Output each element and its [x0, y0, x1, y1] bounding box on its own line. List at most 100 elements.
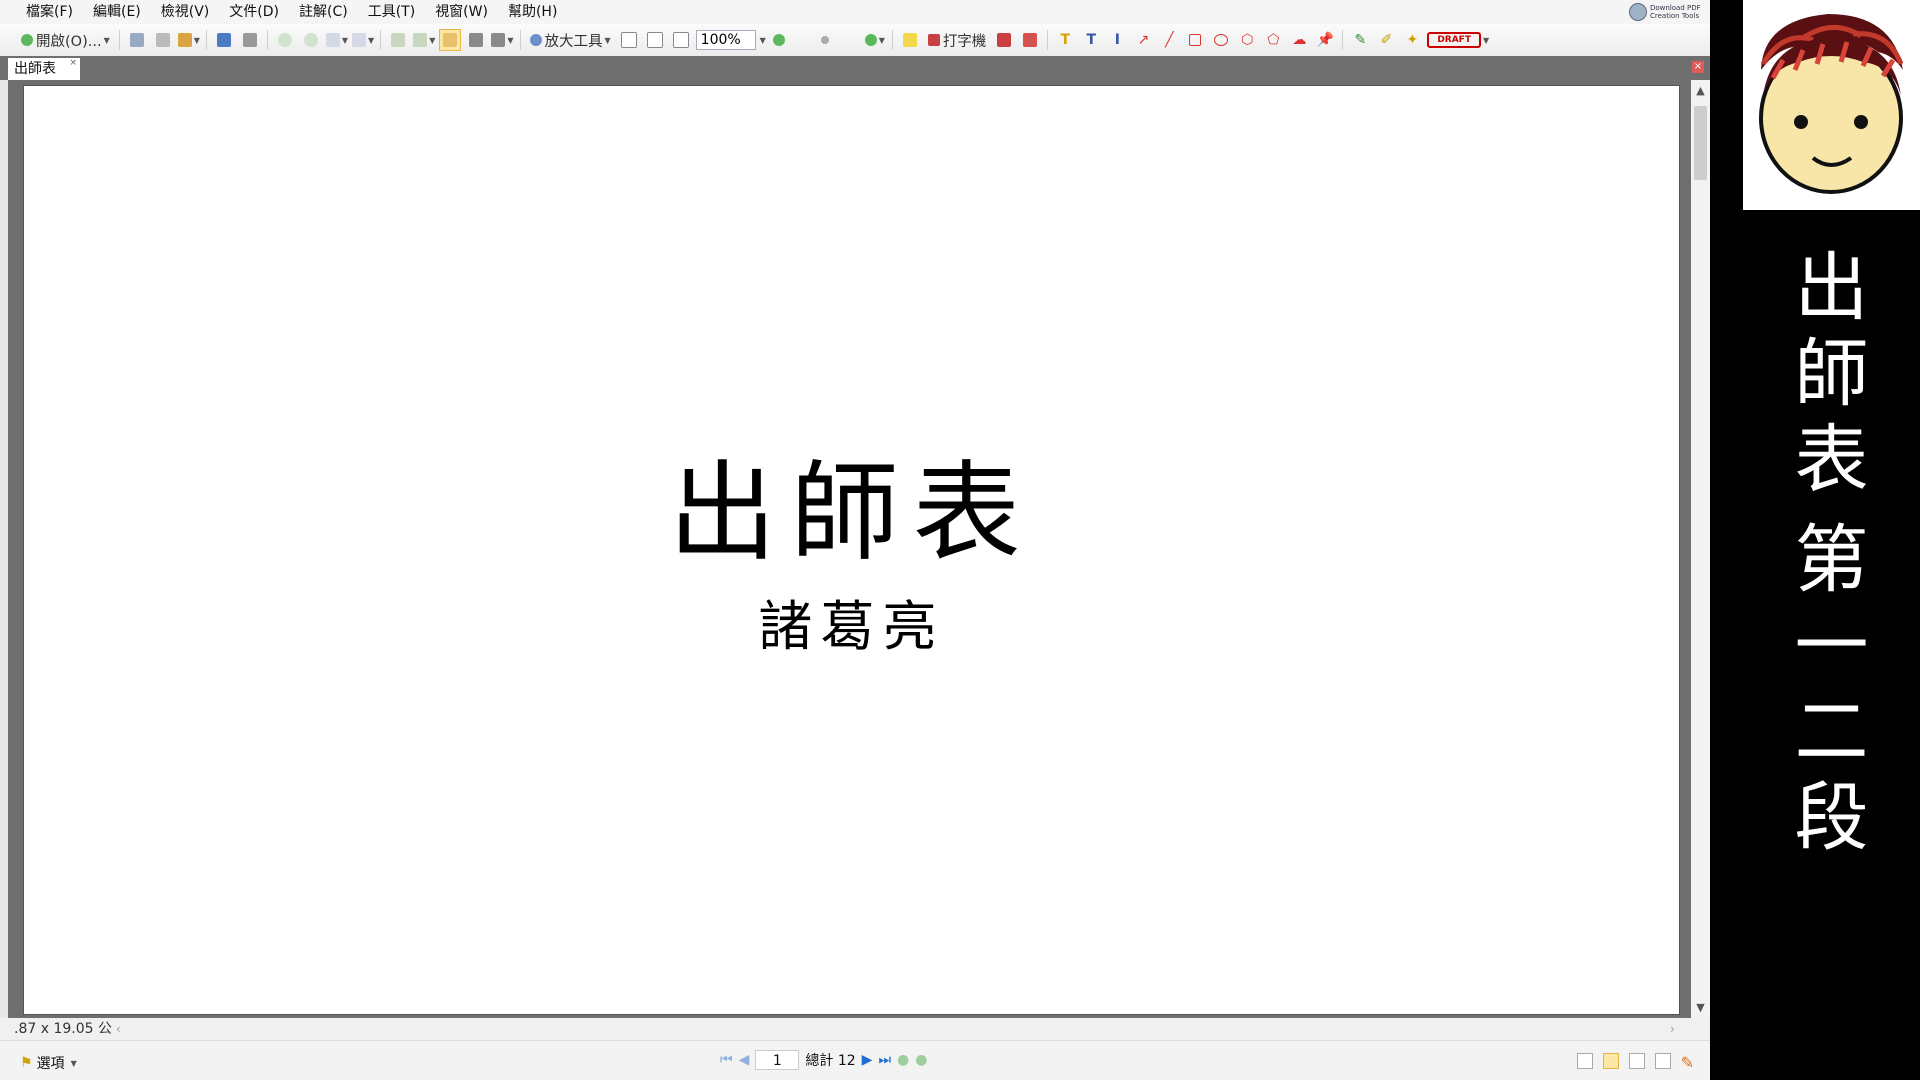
scrollbar-thumb[interactable]	[1694, 106, 1707, 180]
options-label: 選項	[36, 1056, 65, 1072]
stamp-tool-button[interactable]: ✦	[1401, 29, 1423, 51]
cloud-button[interactable]: ☁	[1288, 29, 1310, 51]
scroll-down-icon[interactable]: ▼	[1691, 1001, 1710, 1014]
forward-arrow-icon	[303, 33, 318, 47]
arrow-icon: ↗	[1137, 32, 1150, 48]
options-button[interactable]: ⚑ 選項 ▼	[20, 1053, 77, 1073]
rotate-left-button[interactable]	[387, 29, 409, 51]
toolbar-divider	[519, 30, 521, 50]
toolbar-divider	[266, 30, 268, 50]
polygon-button[interactable]: ⬡	[1236, 29, 1258, 51]
arrow-button[interactable]: ↗	[1132, 29, 1154, 51]
undo-button[interactable]: ▼	[325, 29, 348, 51]
scroll-left-icon[interactable]: ‹	[116, 1018, 121, 1040]
previous-page-icon[interactable]: ◀	[739, 1052, 750, 1068]
menu-edit[interactable]: 編輯(E)	[83, 0, 151, 24]
cartoon-face-icon	[1759, 14, 1904, 194]
document-workspace: 出師表 諸葛亮	[8, 80, 1691, 1018]
close-icon[interactable]: ×	[69, 52, 77, 74]
underline-button[interactable]: I	[1106, 29, 1128, 51]
tools-menu-icon[interactable]: ✎	[1681, 1053, 1694, 1072]
scroll-right-icon[interactable]: ›	[1670, 1018, 1675, 1040]
tab-document[interactable]: 出師表 ×	[8, 58, 80, 80]
pentagon-button[interactable]: ⬠	[1262, 29, 1284, 51]
textbox-button[interactable]	[993, 29, 1015, 51]
forward-button[interactable]	[300, 29, 322, 51]
strikeout-button[interactable]: T	[1080, 29, 1102, 51]
underline-icon: I	[1114, 32, 1120, 48]
fit-width-button[interactable]	[670, 29, 692, 51]
menu-window[interactable]: 視窗(W)	[425, 0, 498, 24]
avatar	[1743, 0, 1920, 210]
single-page-view-button[interactable]	[1576, 1053, 1593, 1069]
menu-tools[interactable]: 工具(T)	[358, 0, 425, 24]
download-pdf-tools-button[interactable]: Download PDF Creation Tools	[1629, 1, 1702, 23]
add-button[interactable]: ▼	[864, 29, 886, 51]
note-button[interactable]	[899, 29, 921, 51]
highlight-button[interactable]: T	[1054, 29, 1076, 51]
history-back-icon[interactable]: ●	[897, 1052, 909, 1068]
typewriter-button[interactable]: 打字機	[925, 29, 990, 51]
open-button[interactable]: 開啟(O)... ▼	[18, 29, 113, 51]
total-pages-label: 總計 12	[805, 1053, 856, 1069]
next-page-icon[interactable]: ▶	[862, 1052, 873, 1068]
scroll-up-icon[interactable]: ▲	[1691, 84, 1710, 97]
close-document-button[interactable]: ×	[1692, 61, 1704, 73]
print-button[interactable]	[152, 29, 174, 51]
back-button[interactable]	[274, 29, 296, 51]
menu-comments[interactable]: 註解(C)	[289, 0, 358, 24]
cloud-icon: ☁	[1292, 32, 1307, 48]
redo-button[interactable]: ▼	[352, 29, 374, 51]
menu-document[interactable]: 文件(D)	[219, 0, 289, 24]
first-page-icon[interactable]: ⏮	[720, 1052, 733, 1068]
plus-icon	[864, 34, 877, 46]
left-panel-edge[interactable]	[0, 80, 8, 1018]
menu-file[interactable]: 檔案(F)	[16, 0, 83, 24]
printer-icon	[155, 33, 170, 47]
toolbar-divider	[118, 30, 120, 50]
pin-button[interactable]: 📌	[1314, 29, 1336, 51]
menu-view[interactable]: 檢視(V)	[151, 0, 220, 24]
document-author: 諸葛亮	[758, 595, 945, 658]
toolbar-divider	[1342, 30, 1344, 50]
document-title: 出師表	[668, 451, 1035, 576]
page-number-input[interactable]: 1	[755, 1050, 800, 1070]
zoom-out-button[interactable]	[814, 29, 836, 51]
snapshot-button[interactable]: ▼	[491, 29, 514, 51]
last-page-icon[interactable]: ⏭	[878, 1052, 891, 1068]
pencil-button[interactable]: ✎	[1349, 29, 1371, 51]
oval-icon	[1214, 34, 1229, 46]
fit-page-button[interactable]	[644, 29, 666, 51]
actual-size-button[interactable]	[618, 29, 640, 51]
select-text-button[interactable]	[465, 29, 487, 51]
facing-view-button[interactable]	[1628, 1053, 1645, 1069]
callout-button[interactable]	[1019, 29, 1041, 51]
pdf-viewer-window: 檔案(F) 編輯(E) 檢視(V) 文件(D) 註解(C) 工具(T) 視窗(W…	[0, 0, 1710, 1080]
line-button[interactable]: ╱	[1158, 29, 1180, 51]
continuous-facing-view-button[interactable]	[1654, 1053, 1671, 1069]
menu-help[interactable]: 幫助(H)	[498, 0, 567, 24]
vertical-scrollbar[interactable]: ▲ ▼	[1691, 80, 1710, 1018]
draft-stamp-button[interactable]: DRAFT ▼	[1427, 29, 1489, 51]
email-button[interactable]	[213, 29, 235, 51]
eraser-button[interactable]: ✐	[1375, 29, 1397, 51]
export-button[interactable]	[239, 29, 261, 51]
chevron-down-icon[interactable]: ▼	[760, 36, 766, 45]
strikeout-icon: T	[1086, 32, 1097, 48]
rectangle-icon	[1189, 34, 1202, 46]
save-button[interactable]	[126, 29, 148, 51]
oval-button[interactable]	[1210, 29, 1232, 51]
pencil-icon: ✎	[1354, 32, 1367, 48]
share-button[interactable]: ▼	[177, 29, 200, 51]
zoom-in-button[interactable]	[768, 29, 790, 51]
continuous-view-button[interactable]	[1602, 1053, 1619, 1069]
history-forward-icon[interactable]: ●	[915, 1052, 927, 1068]
draft-stamp: DRAFT	[1427, 32, 1481, 48]
rotate-right-button[interactable]: ▼	[413, 29, 435, 51]
zoom-tool-button[interactable]: 放大工具 ▼	[527, 29, 614, 51]
hand-tool-button[interactable]	[439, 29, 462, 51]
menu-bar: 檔案(F) 編輯(E) 檢視(V) 文件(D) 註解(C) 工具(T) 視窗(W…	[0, 0, 1710, 24]
zoom-level-select[interactable]: 100%	[695, 30, 756, 50]
rectangle-button[interactable]	[1184, 29, 1206, 51]
pdf-page[interactable]: 出師表 諸葛亮	[24, 86, 1679, 1014]
